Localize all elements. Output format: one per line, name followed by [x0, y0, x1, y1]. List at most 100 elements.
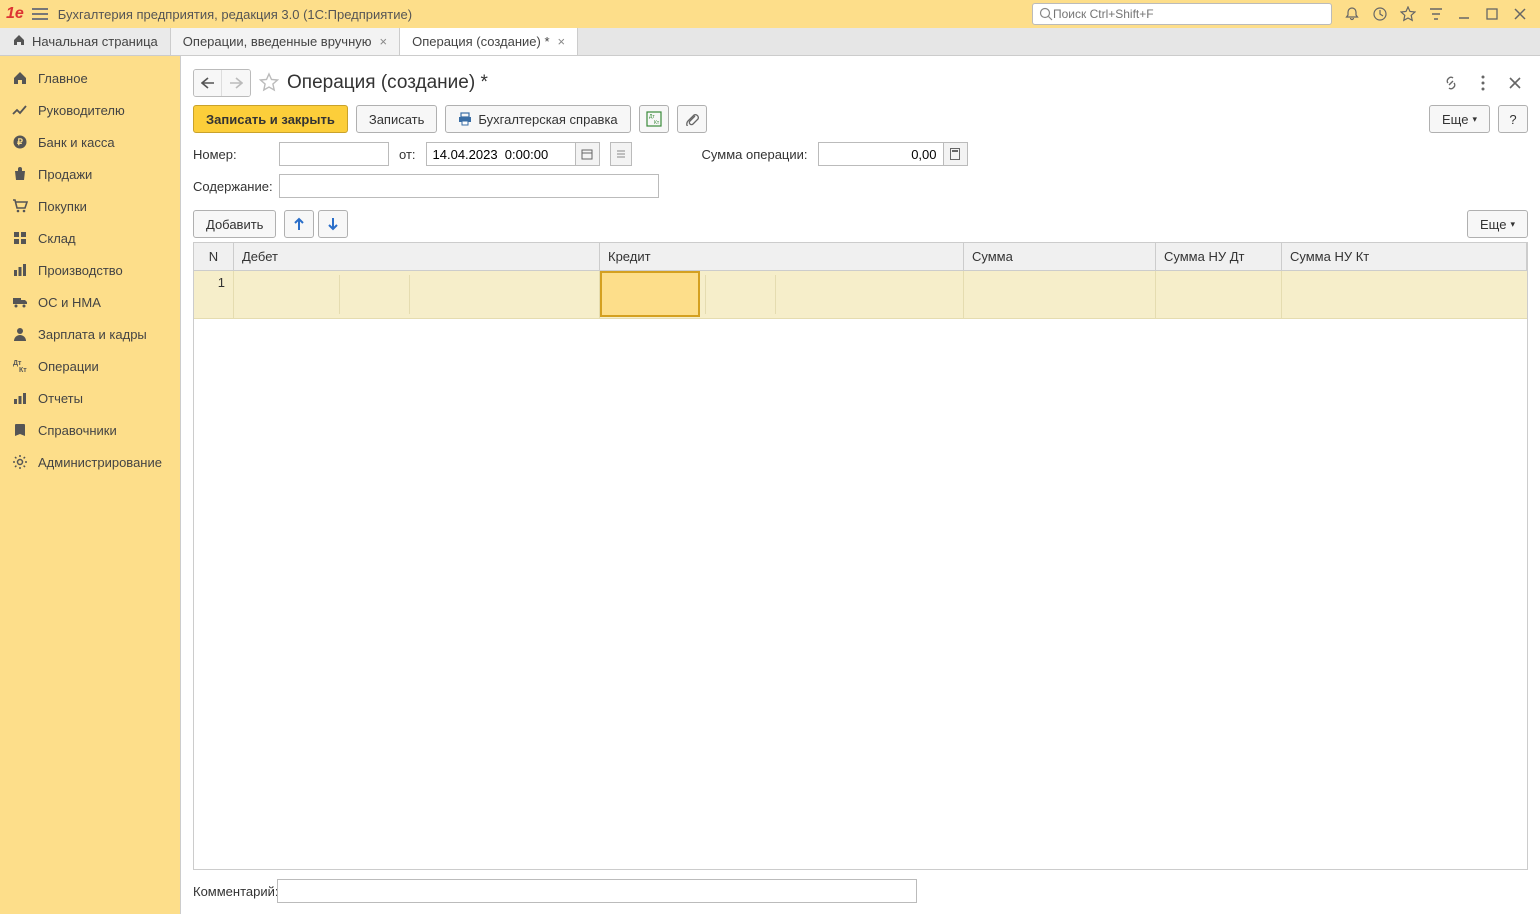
search-box[interactable] [1032, 3, 1332, 25]
titlebar: 1e Бухгалтерия предприятия, редакция 3.0… [0, 0, 1540, 28]
list-icon [616, 149, 626, 159]
help-button[interactable]: ? [1498, 105, 1528, 133]
tab-home[interactable]: Начальная страница [0, 28, 171, 55]
button-label: Записать [369, 112, 425, 127]
favorite-star-icon[interactable] [259, 72, 279, 95]
truck-icon [12, 294, 28, 310]
tab-close-icon[interactable]: × [558, 34, 566, 49]
col-credit[interactable]: Кредит [600, 243, 964, 270]
kebab-icon[interactable] [1470, 70, 1496, 96]
attach-button[interactable] [677, 105, 707, 133]
sidebar-item-production[interactable]: Производство [0, 254, 180, 286]
sidebar-label: Склад [38, 231, 76, 246]
sidebar-item-manager[interactable]: Руководителю [0, 94, 180, 126]
button-label: Бухгалтерская справка [478, 112, 617, 127]
bag-icon [12, 166, 28, 182]
page-title: Операция (создание) * [287, 72, 488, 94]
more-button[interactable]: Еще▾ [1429, 105, 1490, 133]
sidebar-item-catalogs[interactable]: Справочники [0, 414, 180, 446]
home-icon [12, 33, 26, 50]
cell-credit[interactable] [600, 271, 964, 318]
bell-icon[interactable] [1338, 0, 1366, 28]
move-down-button[interactable] [318, 210, 348, 238]
active-cell[interactable] [600, 271, 700, 317]
sidebar-item-reports[interactable]: Отчеты [0, 382, 180, 414]
content-input[interactable] [279, 174, 659, 198]
sidebar-item-purchases[interactable]: Покупки [0, 190, 180, 222]
calc-button[interactable] [944, 142, 968, 166]
close-icon[interactable] [1506, 0, 1534, 28]
cell-nud[interactable] [1156, 271, 1282, 318]
link-icon[interactable] [1438, 70, 1464, 96]
chevron-down-icon: ▾ [1510, 219, 1515, 230]
cell-nuk[interactable] [1282, 271, 1527, 318]
sidebar-item-main[interactable]: Главное [0, 62, 180, 94]
sidebar-item-bank[interactable]: ₽Банк и касса [0, 126, 180, 158]
comment-label: Комментарий: [193, 884, 269, 899]
sidebar-item-admin[interactable]: Администрирование [0, 446, 180, 478]
button-label: Еще [1480, 217, 1506, 232]
close-page-icon[interactable] [1502, 70, 1528, 96]
tabs-row: Начальная страница Операции, введенные в… [0, 28, 1540, 56]
tab-close-icon[interactable]: × [380, 34, 388, 49]
table-more-button[interactable]: Еще ▾ [1467, 210, 1528, 238]
dtkt-button[interactable]: ДтКт [639, 105, 669, 133]
tab-operations-list[interactable]: Операции, введенные вручную × [171, 28, 400, 55]
print-button[interactable]: Бухгалтерская справка [445, 105, 630, 133]
col-nud[interactable]: Сумма НУ Дт [1156, 243, 1282, 270]
sidebar-item-payroll[interactable]: Зарплата и кадры [0, 318, 180, 350]
table-body: 1 [194, 271, 1527, 869]
menu-icon[interactable] [32, 8, 48, 20]
history-icon[interactable] [1366, 0, 1394, 28]
save-close-button[interactable]: Записать и закрыть [193, 105, 348, 133]
tab-operation-create[interactable]: Операция (создание) * × [400, 28, 578, 55]
move-up-button[interactable] [284, 210, 314, 238]
number-input[interactable] [279, 142, 389, 166]
sidebar-item-warehouse[interactable]: Склад [0, 222, 180, 254]
minimize-icon[interactable] [1450, 0, 1478, 28]
arrow-up-icon [293, 217, 305, 231]
sum-input[interactable] [818, 142, 944, 166]
tab-label: Операции, введенные вручную [183, 34, 372, 49]
comment-input[interactable] [277, 879, 917, 903]
sidebar-item-sales[interactable]: Продажи [0, 158, 180, 190]
button-label: Записать и закрыть [206, 112, 335, 127]
cell-sum[interactable] [964, 271, 1156, 318]
dtkt-icon: ДтКт [12, 358, 28, 374]
table-row[interactable]: 1 [194, 271, 1527, 319]
ruble-icon: ₽ [12, 134, 28, 150]
home-icon [12, 70, 28, 86]
forward-button[interactable] [222, 70, 250, 96]
date-input[interactable] [426, 142, 576, 166]
trend-icon [12, 102, 28, 118]
form-row-content: Содержание: [193, 170, 1528, 202]
app-title: Бухгалтерия предприятия, редакция 3.0 (1… [58, 7, 412, 22]
sidebar-label: Отчеты [38, 391, 83, 406]
maximize-icon[interactable] [1478, 0, 1506, 28]
back-button[interactable] [194, 70, 222, 96]
cell-n[interactable]: 1 [194, 271, 234, 318]
svg-text:Дт: Дт [13, 360, 22, 367]
sidebar-label: Продажи [38, 167, 92, 182]
sidebar-item-operations[interactable]: ДтКтОперации [0, 350, 180, 382]
calendar-button[interactable] [576, 142, 600, 166]
number-label: Номер: [193, 147, 269, 162]
col-nuk[interactable]: Сумма НУ Кт [1282, 243, 1527, 270]
cell-debit[interactable] [234, 271, 600, 318]
save-button[interactable]: Записать [356, 105, 438, 133]
date-extra-button[interactable] [610, 142, 632, 166]
button-label: Добавить [206, 217, 263, 232]
chevron-down-icon: ▾ [1472, 114, 1477, 125]
add-row-button[interactable]: Добавить [193, 210, 276, 238]
sum-input-group [818, 142, 968, 166]
sidebar-item-assets[interactable]: ОС и НМА [0, 286, 180, 318]
filter-icon[interactable] [1422, 0, 1450, 28]
col-sum[interactable]: Сумма [964, 243, 1156, 270]
nav-buttons [193, 69, 251, 97]
col-n[interactable]: N [194, 243, 234, 270]
star-icon[interactable] [1394, 0, 1422, 28]
chart-icon [12, 262, 28, 278]
col-debit[interactable]: Дебет [234, 243, 600, 270]
search-input[interactable] [1053, 7, 1325, 21]
form-row-comment: Комментарий: [193, 876, 1528, 906]
